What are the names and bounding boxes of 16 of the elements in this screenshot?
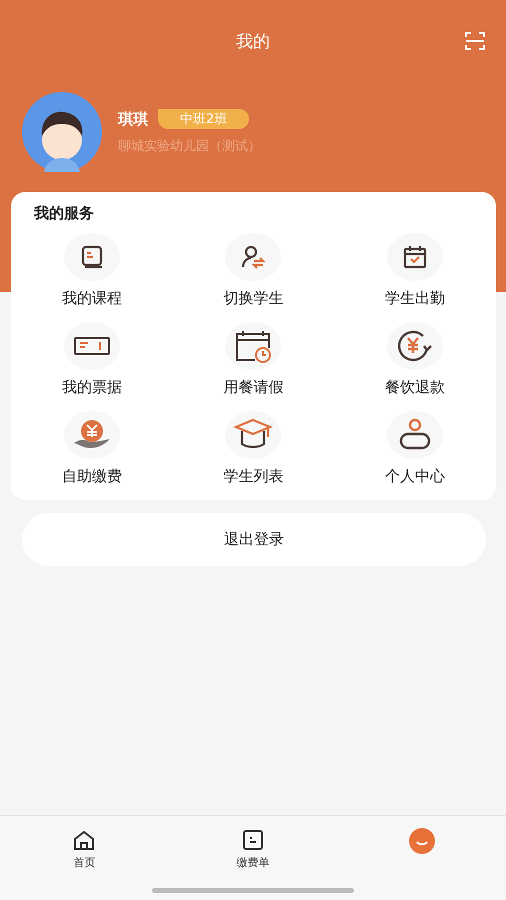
smile-icon (408, 828, 435, 854)
class-badge: 中班2班 (158, 109, 250, 129)
school-name: 聊城实验幼儿园（测试） (118, 138, 261, 155)
page-title: 我的 (236, 30, 270, 52)
section-title: 我的服务 (32, 204, 94, 223)
logout-button[interactable]: 退出登录 (22, 513, 486, 566)
student-name: 琪琪 (118, 110, 148, 128)
tab-item[interactable]: 缴费单 (236, 828, 270, 870)
tab-item[interactable] (408, 828, 435, 854)
home-icon (72, 828, 96, 852)
document-icon (240, 828, 265, 852)
person-swap-icon (239, 243, 268, 271)
calendar-clock-icon (233, 328, 274, 364)
tab-item[interactable]: 首页 (72, 828, 96, 870)
scan-icon[interactable] (463, 29, 487, 53)
avatar-icon (22, 92, 102, 172)
